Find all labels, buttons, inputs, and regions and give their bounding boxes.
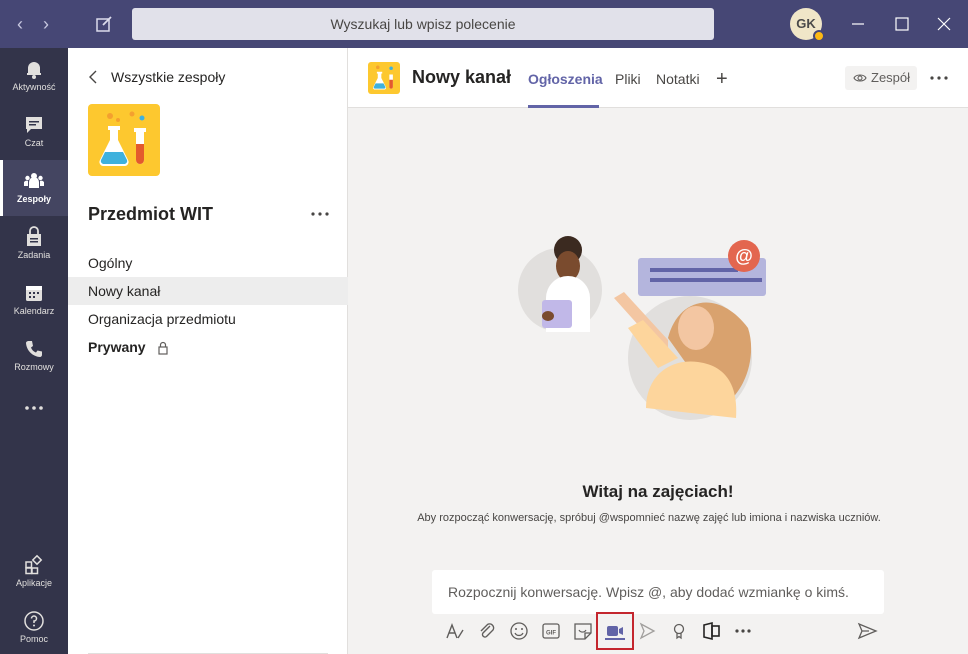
meet-now-icon[interactable] [596, 612, 634, 650]
teams-icon [24, 173, 44, 188]
close-icon[interactable] [934, 14, 954, 34]
rail-label: Rozmowy [14, 362, 54, 372]
rail-label: Czat [24, 138, 44, 148]
avatar[interactable]: GK [790, 8, 825, 42]
tab-files[interactable]: Pliki [615, 71, 641, 87]
more-options-icon[interactable] [732, 620, 754, 642]
lab-flask-icon [99, 111, 146, 167]
team-more-icon[interactable] [308, 206, 332, 222]
forward-arrow-icon[interactable]: › [36, 14, 56, 34]
rail-item-chat[interactable]: Czat [0, 104, 68, 160]
channel-title: Nowy kanał [412, 67, 512, 87]
svg-text:@: @ [735, 246, 753, 266]
forms-icon[interactable] [700, 620, 722, 642]
rail-item-help[interactable]: Pomoc [0, 600, 68, 654]
add-tab-icon[interactable]: + [716, 69, 728, 89]
channel-label: Nowy kanał [88, 283, 161, 299]
rail-item-teams[interactable]: Zespoły [0, 160, 68, 216]
channel-label: Organizacja przedmiotu [88, 311, 236, 327]
bell-icon [27, 62, 41, 79]
channel-new[interactable]: Nowy kanał [68, 277, 348, 305]
all-teams-label: Wszystkie zespoły [111, 69, 226, 85]
lab-flask-icon [373, 65, 393, 90]
presence-away-icon [813, 30, 825, 42]
rail-label: Zadania [17, 250, 51, 260]
rail-item-assignments[interactable]: Zadania [0, 216, 68, 272]
main-area: Nowy kanał Ogłoszenia Pliki Notatki + Ze… [348, 48, 968, 654]
rail-label: Zespoły [16, 194, 51, 204]
avatar-initials: GK [796, 16, 816, 31]
rail-label: Aktywność [12, 82, 56, 92]
tab-posts[interactable]: Ogłoszenia [528, 71, 603, 87]
welcome-title: Witaj na zajęciach! [582, 482, 734, 501]
active-tab-indicator [528, 105, 599, 108]
apps-icon [25, 554, 43, 575]
rail-label: Kalendarz [13, 306, 55, 316]
team-button-label: Zespół [871, 70, 911, 85]
rail-item-calendar[interactable]: Kalendarz [0, 272, 68, 328]
welcome-subtitle: Aby rozpocząć konwersację, spróbuj @wspo… [417, 512, 881, 524]
team-logo[interactable] [88, 104, 160, 176]
rail-label: Aplikacje [15, 578, 53, 588]
channel-label: Ogólny [88, 255, 133, 271]
praise-icon[interactable] [668, 620, 690, 642]
channel-organization[interactable]: Organizacja przedmiotu [68, 305, 348, 333]
sticker-icon[interactable] [572, 620, 594, 642]
channel-header: Nowy kanał Ogłoszenia Pliki Notatki + Ze… [348, 48, 968, 108]
attach-icon[interactable] [476, 620, 498, 642]
gif-icon[interactable]: GIF [540, 620, 562, 642]
rail-item-apps[interactable]: Aplikacje [0, 544, 68, 600]
compose-input[interactable]: Rozpocznij konwersację. Wpisz @, aby dod… [432, 570, 884, 614]
search-input[interactable]: Wyszukaj lub wpisz polecenie [132, 8, 714, 40]
channel-team-logo [368, 62, 400, 94]
team-name: Przedmiot WIT [88, 204, 213, 224]
channel-label: Prywany [88, 339, 146, 355]
rail-item-calls[interactable]: Rozmowy [0, 328, 68, 384]
maximize-icon[interactable] [892, 14, 912, 34]
welcome-illustration: @ [518, 236, 766, 420]
eye-icon [853, 74, 867, 82]
emoji-icon[interactable] [508, 620, 530, 642]
team-panel: Wszystkie zespoły Przedmiot WIT Ogólny N… [68, 48, 348, 654]
compose-toolbar: GIF [444, 612, 884, 650]
more-apps-button[interactable] [0, 384, 68, 440]
minimize-icon[interactable] [848, 14, 868, 34]
team-button[interactable]: Zespół [845, 66, 917, 90]
channel-private[interactable]: Prywany [68, 333, 348, 361]
calendar-icon [26, 286, 42, 301]
send-icon[interactable] [856, 620, 878, 642]
chat-icon [26, 117, 42, 133]
phone-icon [26, 341, 42, 357]
more-horizontal-icon [25, 406, 43, 410]
back-arrow-icon[interactable]: ‹ [10, 14, 30, 34]
format-icon[interactable] [444, 620, 466, 642]
rail-item-activity[interactable]: Aktywność [0, 48, 68, 104]
more-options-icon[interactable] [928, 70, 950, 86]
app-rail: Aktywność Czat Zespoły Zadania Kalendarz… [0, 48, 68, 654]
stream-icon[interactable] [636, 620, 658, 642]
tab-notes[interactable]: Notatki [656, 71, 700, 87]
assignments-icon [27, 226, 41, 246]
help-icon [24, 611, 44, 631]
channel-general[interactable]: Ogólny [68, 249, 348, 277]
compose-icon[interactable] [92, 12, 116, 36]
title-bar: ‹ › Wyszukaj lub wpisz polecenie GK [0, 0, 968, 48]
svg-text:GIF: GIF [546, 631, 556, 637]
chevron-left-icon [89, 70, 97, 84]
rail-label: Pomoc [19, 634, 48, 644]
lock-icon [158, 342, 169, 355]
